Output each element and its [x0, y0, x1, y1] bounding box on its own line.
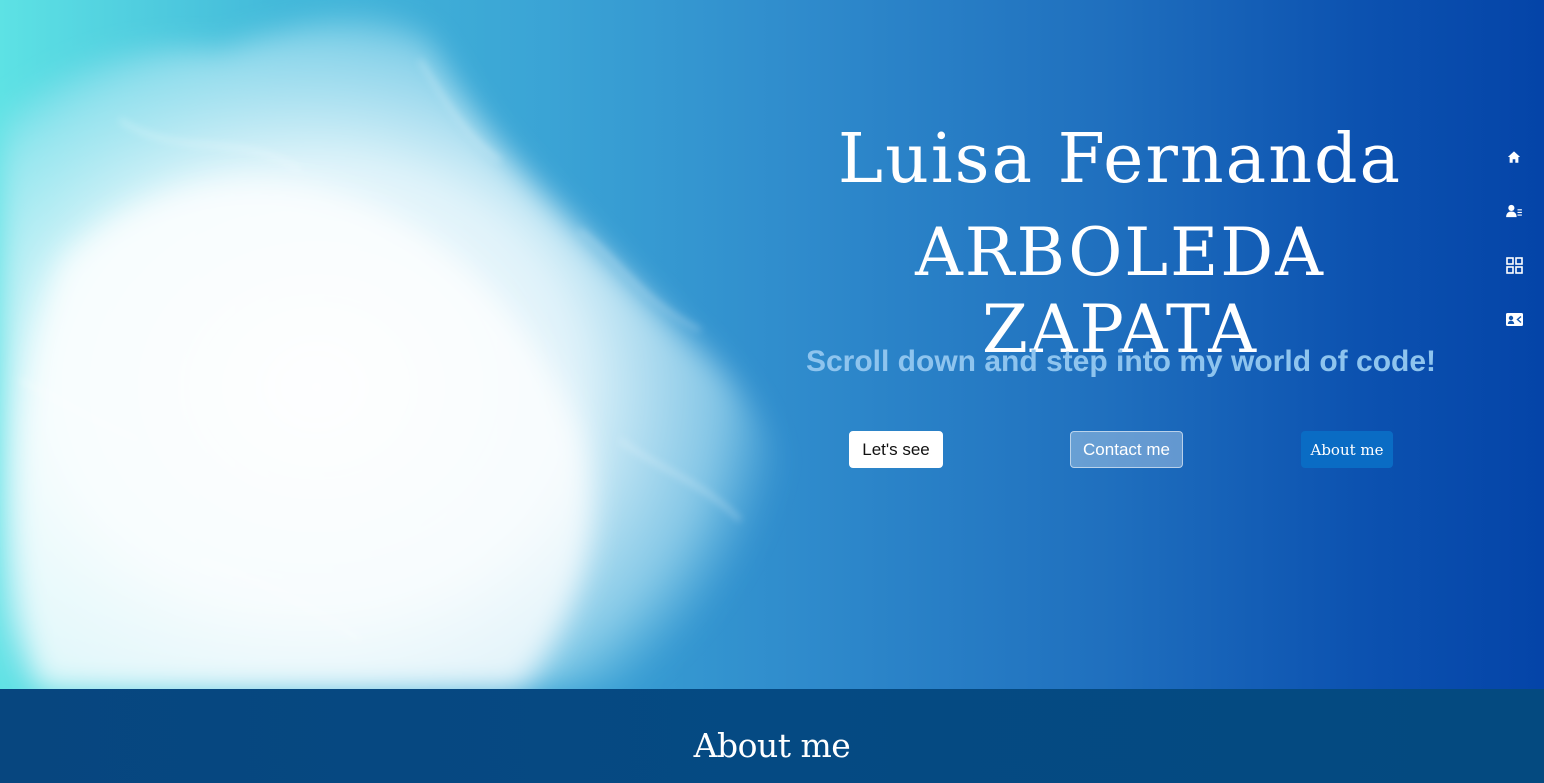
about-me-button[interactable]: About me	[1301, 431, 1393, 468]
about-title: About me	[693, 726, 851, 765]
hero-tagline: Scroll down and step into my world of co…	[805, 345, 1437, 378]
cloud-background-image	[0, 17, 792, 689]
lets-see-button[interactable]: Let's see	[849, 431, 943, 468]
profile-list-icon[interactable]	[1503, 200, 1525, 222]
hero-content: Luisa Fernanda ARBOLEDA ZAPATA Scroll do…	[780, 0, 1460, 689]
home-icon[interactable]	[1503, 146, 1525, 168]
grid-icon[interactable]	[1503, 254, 1525, 276]
hero-section: Luisa Fernanda ARBOLEDA ZAPATA Scroll do…	[0, 0, 1544, 689]
contact-card-icon[interactable]	[1503, 308, 1525, 330]
contact-me-button[interactable]: Contact me	[1070, 431, 1183, 468]
name-first: Luisa Fernanda	[837, 120, 1403, 199]
